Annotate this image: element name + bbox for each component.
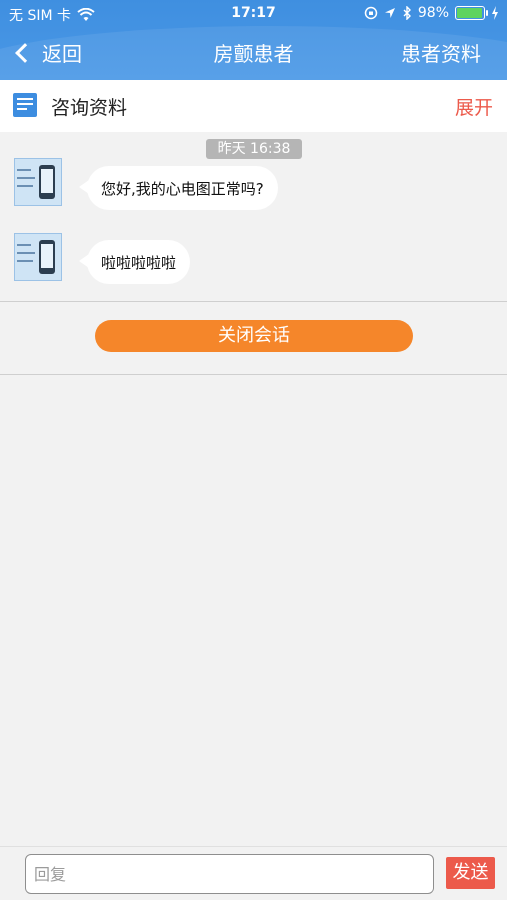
status-right-group: 98% xyxy=(364,5,499,21)
expand-button[interactable]: 展开 xyxy=(455,93,493,120)
message-text: 您好,我的心电图正常吗? xyxy=(101,179,264,198)
folder-icon xyxy=(13,93,37,117)
avatar[interactable] xyxy=(14,158,62,206)
reply-bar: 发送 xyxy=(0,846,507,900)
patient-info-button[interactable]: 患者资料 xyxy=(401,38,481,67)
header: 无 SIM 卡 17:17 98% 返回 房颤患者 患者资料 xyxy=(0,0,507,80)
message-text: 啦啦啦啦啦 xyxy=(101,253,177,272)
battery-icon xyxy=(455,6,488,20)
consult-info-title: 咨询资料 xyxy=(51,97,128,119)
message-bubble[interactable]: 您好,我的心电图正常吗? xyxy=(79,166,278,210)
status-bar: 无 SIM 卡 17:17 98% xyxy=(0,0,507,28)
reply-input[interactable] xyxy=(25,854,434,894)
lock-rotation-icon xyxy=(364,6,378,20)
navbar: 返回 房颤患者 患者资料 xyxy=(0,28,507,80)
divider xyxy=(0,374,507,375)
message-bubble[interactable]: 啦啦啦啦啦 xyxy=(78,240,191,284)
divider xyxy=(0,301,507,302)
send-button[interactable]: 发送 xyxy=(446,857,495,889)
bluetooth-icon xyxy=(403,6,411,20)
consult-info-row[interactable]: 咨询资料 展开 xyxy=(0,80,507,132)
message-timestamp: 昨天 16:38 xyxy=(206,139,302,159)
location-icon xyxy=(384,8,395,18)
charging-icon xyxy=(492,6,498,20)
battery-fill xyxy=(457,8,482,18)
battery-percent: 98% xyxy=(417,5,449,21)
close-session-button[interactable]: 关闭会话 xyxy=(95,320,413,352)
avatar[interactable] xyxy=(14,233,62,281)
